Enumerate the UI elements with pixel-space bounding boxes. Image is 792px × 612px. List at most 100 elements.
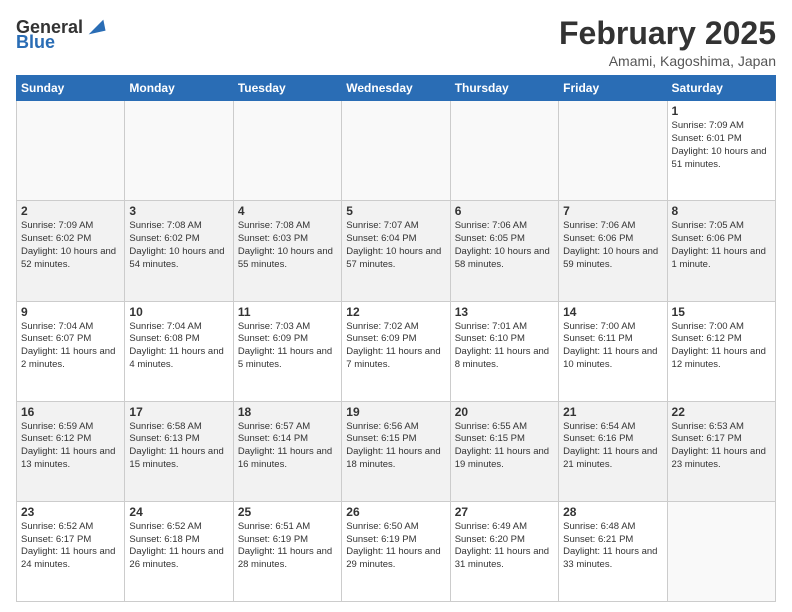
calendar-day-cell: 7 Sunrise: 7:06 AMSunset: 6:06 PMDaylight… bbox=[559, 201, 667, 301]
calendar-day-cell: 11Sunrise: 7:03 AMSunset: 6:09 PMDayligh… bbox=[233, 301, 341, 401]
day-number: 9 bbox=[21, 305, 120, 319]
day-number: 4 bbox=[238, 204, 337, 218]
calendar-day-header: Saturday bbox=[667, 76, 775, 101]
calendar-day-header: Tuesday bbox=[233, 76, 341, 101]
calendar-day-cell: 27 Sunrise: 6:49 AMSunset: 6:20 PMDayligh… bbox=[450, 501, 558, 601]
day-info: Sunrise: 7:09 AMSunset: 6:02 PMDaylight:… bbox=[21, 220, 120, 271]
calendar-day-header: Friday bbox=[559, 76, 667, 101]
day-number: 24 bbox=[129, 505, 228, 519]
calendar-day-cell bbox=[667, 501, 775, 601]
day-number: 19 bbox=[346, 405, 445, 419]
title-block: February 2025 Amami, Kagoshima, Japan bbox=[559, 16, 776, 69]
calendar-day-cell: 24 Sunrise: 6:52 AMSunset: 6:18 PMDayligh… bbox=[125, 501, 233, 601]
day-info: Sunrise: 7:07 AMSunset: 6:04 PMDaylight:… bbox=[346, 220, 445, 271]
day-info: Sunrise: 6:52 AMSunset: 6:17 PMDaylight:… bbox=[21, 521, 120, 572]
calendar-day-cell bbox=[233, 101, 341, 201]
day-info: Sunrise: 6:48 AMSunset: 6:21 PMDaylight:… bbox=[563, 521, 662, 572]
day-number: 13 bbox=[455, 305, 554, 319]
calendar-day-cell: 20 Sunrise: 6:55 AMSunset: 6:15 PMDayligh… bbox=[450, 401, 558, 501]
calendar-day-cell: 17 Sunrise: 6:58 AMSunset: 6:13 PMDayligh… bbox=[125, 401, 233, 501]
day-info: Sunrise: 7:00 AMSunset: 6:11 PMDaylight:… bbox=[563, 321, 662, 372]
day-number: 8 bbox=[672, 204, 771, 218]
calendar-day-cell: 26 Sunrise: 6:50 AMSunset: 6:19 PMDayligh… bbox=[342, 501, 450, 601]
day-number: 23 bbox=[21, 505, 120, 519]
calendar-day-cell: 23 Sunrise: 6:52 AMSunset: 6:17 PMDayligh… bbox=[17, 501, 125, 601]
calendar-day-cell: 1 Sunrise: 7:09 AMSunset: 6:01 PMDaylight… bbox=[667, 101, 775, 201]
day-info: Sunrise: 7:02 AMSunset: 6:09 PMDaylight:… bbox=[346, 321, 445, 372]
day-info: Sunrise: 7:08 AMSunset: 6:03 PMDaylight:… bbox=[238, 220, 337, 271]
day-info: Sunrise: 6:49 AMSunset: 6:20 PMDaylight:… bbox=[455, 521, 554, 572]
calendar-header-row: SundayMondayTuesdayWednesdayThursdayFrid… bbox=[17, 76, 776, 101]
logo-icon bbox=[85, 16, 107, 38]
calendar-week-row: 16Sunrise: 6:59 AMSunset: 6:12 PMDayligh… bbox=[17, 401, 776, 501]
calendar-day-cell: 19 Sunrise: 6:56 AMSunset: 6:15 PMDayligh… bbox=[342, 401, 450, 501]
calendar-day-cell: 14 Sunrise: 7:00 AMSunset: 6:11 PMDayligh… bbox=[559, 301, 667, 401]
day-info: Sunrise: 7:08 AMSunset: 6:02 PMDaylight:… bbox=[129, 220, 228, 271]
day-number: 1 bbox=[672, 104, 771, 118]
day-number: 25 bbox=[238, 505, 337, 519]
calendar-day-cell: 5 Sunrise: 7:07 AMSunset: 6:04 PMDaylight… bbox=[342, 201, 450, 301]
day-number: 16 bbox=[21, 405, 120, 419]
calendar-day-cell: 13 Sunrise: 7:01 AMSunset: 6:10 PMDayligh… bbox=[450, 301, 558, 401]
calendar-day-cell: 21 Sunrise: 6:54 AMSunset: 6:16 PMDayligh… bbox=[559, 401, 667, 501]
calendar-day-cell: 25 Sunrise: 6:51 AMSunset: 6:19 PMDayligh… bbox=[233, 501, 341, 601]
calendar-day-cell: 8 Sunrise: 7:05 AMSunset: 6:06 PMDaylight… bbox=[667, 201, 775, 301]
calendar-day-cell: 28 Sunrise: 6:48 AMSunset: 6:21 PMDayligh… bbox=[559, 501, 667, 601]
day-info: Sunrise: 6:51 AMSunset: 6:19 PMDaylight:… bbox=[238, 521, 337, 572]
day-number: 20 bbox=[455, 405, 554, 419]
day-number: 21 bbox=[563, 405, 662, 419]
day-number: 10 bbox=[129, 305, 228, 319]
day-number: 27 bbox=[455, 505, 554, 519]
day-number: 7 bbox=[563, 204, 662, 218]
day-info: Sunrise: 6:50 AMSunset: 6:19 PMDaylight:… bbox=[346, 521, 445, 572]
day-info: Sunrise: 7:03 AMSunset: 6:09 PMDaylight:… bbox=[238, 321, 337, 372]
day-info: Sunrise: 7:01 AMSunset: 6:10 PMDaylight:… bbox=[455, 321, 554, 372]
calendar-day-cell: 10Sunrise: 7:04 AMSunset: 6:08 PMDayligh… bbox=[125, 301, 233, 401]
calendar-day-cell bbox=[559, 101, 667, 201]
calendar-day-header: Monday bbox=[125, 76, 233, 101]
calendar-day-cell bbox=[125, 101, 233, 201]
calendar-week-row: 23 Sunrise: 6:52 AMSunset: 6:17 PMDayligh… bbox=[17, 501, 776, 601]
calendar-day-cell: 6Sunrise: 7:06 AMSunset: 6:05 PMDaylight… bbox=[450, 201, 558, 301]
day-info: Sunrise: 6:55 AMSunset: 6:15 PMDaylight:… bbox=[455, 421, 554, 472]
day-number: 6 bbox=[455, 204, 554, 218]
calendar-day-cell: 2 Sunrise: 7:09 AMSunset: 6:02 PMDaylight… bbox=[17, 201, 125, 301]
logo-blue-text: Blue bbox=[16, 32, 55, 53]
day-number: 28 bbox=[563, 505, 662, 519]
calendar-day-cell: 22 Sunrise: 6:53 AMSunset: 6:17 PMDayligh… bbox=[667, 401, 775, 501]
calendar-day-cell bbox=[17, 101, 125, 201]
day-info: Sunrise: 7:06 AMSunset: 6:06 PMDaylight:… bbox=[563, 220, 662, 271]
day-info: Sunrise: 6:58 AMSunset: 6:13 PMDaylight:… bbox=[129, 421, 228, 472]
page: General Blue February 2025 Amami, Kagosh… bbox=[0, 0, 792, 612]
calendar-day-cell: 18Sunrise: 6:57 AMSunset: 6:14 PMDayligh… bbox=[233, 401, 341, 501]
calendar-table: SundayMondayTuesdayWednesdayThursdayFrid… bbox=[16, 75, 776, 602]
day-number: 14 bbox=[563, 305, 662, 319]
day-number: 15 bbox=[672, 305, 771, 319]
calendar-day-cell: 4 Sunrise: 7:08 AMSunset: 6:03 PMDaylight… bbox=[233, 201, 341, 301]
calendar-week-row: 1 Sunrise: 7:09 AMSunset: 6:01 PMDaylight… bbox=[17, 101, 776, 201]
calendar-week-row: 9Sunrise: 7:04 AMSunset: 6:07 PMDaylight… bbox=[17, 301, 776, 401]
calendar-day-cell: 3 Sunrise: 7:08 AMSunset: 6:02 PMDaylight… bbox=[125, 201, 233, 301]
calendar-week-row: 2 Sunrise: 7:09 AMSunset: 6:02 PMDaylight… bbox=[17, 201, 776, 301]
day-info: Sunrise: 6:52 AMSunset: 6:18 PMDaylight:… bbox=[129, 521, 228, 572]
calendar-day-cell: 9Sunrise: 7:04 AMSunset: 6:07 PMDaylight… bbox=[17, 301, 125, 401]
header: General Blue February 2025 Amami, Kagosh… bbox=[16, 16, 776, 69]
day-number: 18 bbox=[238, 405, 337, 419]
day-info: Sunrise: 6:53 AMSunset: 6:17 PMDaylight:… bbox=[672, 421, 771, 472]
day-number: 22 bbox=[672, 405, 771, 419]
month-title: February 2025 bbox=[559, 16, 776, 51]
day-number: 5 bbox=[346, 204, 445, 218]
day-number: 26 bbox=[346, 505, 445, 519]
calendar-day-cell bbox=[450, 101, 558, 201]
day-number: 2 bbox=[21, 204, 120, 218]
day-info: Sunrise: 6:56 AMSunset: 6:15 PMDaylight:… bbox=[346, 421, 445, 472]
calendar-day-cell: 12 Sunrise: 7:02 AMSunset: 6:09 PMDayligh… bbox=[342, 301, 450, 401]
day-number: 12 bbox=[346, 305, 445, 319]
calendar-day-header: Wednesday bbox=[342, 76, 450, 101]
day-number: 17 bbox=[129, 405, 228, 419]
day-info: Sunrise: 7:05 AMSunset: 6:06 PMDaylight:… bbox=[672, 220, 771, 271]
day-number: 3 bbox=[129, 204, 228, 218]
calendar-day-header: Thursday bbox=[450, 76, 558, 101]
day-info: Sunrise: 6:54 AMSunset: 6:16 PMDaylight:… bbox=[563, 421, 662, 472]
day-info: Sunrise: 7:09 AMSunset: 6:01 PMDaylight:… bbox=[672, 120, 771, 171]
